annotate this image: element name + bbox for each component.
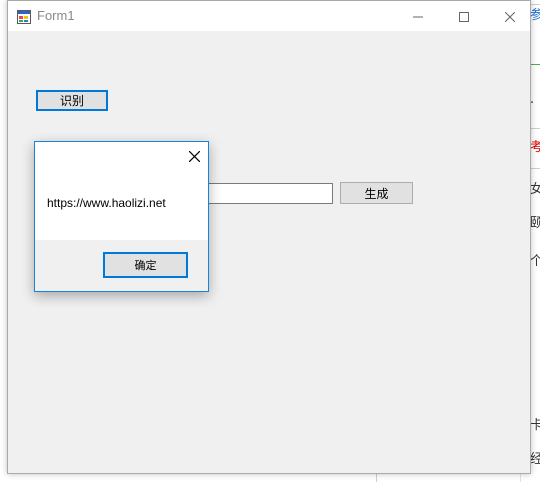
window-title: Form1 (37, 8, 75, 23)
generate-button[interactable]: 生成 (340, 182, 413, 204)
minimize-button[interactable] (395, 1, 441, 31)
desktop: 参 · 考 女 颐 个 卡 经 Form1 识别 生成 https://www.… (0, 0, 540, 482)
background-text: 女 (530, 182, 540, 197)
background-text: 卡 (530, 418, 540, 433)
recognize-button[interactable]: 识别 (36, 90, 108, 111)
message-box-close-button[interactable] (184, 146, 204, 166)
close-button[interactable] (487, 1, 533, 31)
close-icon (188, 147, 200, 166)
background-text: 颐 (530, 216, 540, 231)
title-bar[interactable]: Form1 (8, 1, 530, 31)
background-text: · (530, 96, 535, 111)
close-icon (504, 7, 516, 26)
background-text: 经 (530, 452, 540, 467)
maximize-icon (459, 7, 469, 26)
message-box-footer: 确定 (35, 240, 208, 291)
ok-button[interactable]: 确定 (103, 252, 188, 278)
winforms-app-icon (17, 9, 31, 24)
url-input[interactable] (188, 183, 333, 204)
background-text: 考 (530, 140, 540, 155)
background-text: 个 (530, 254, 540, 269)
message-box: https://www.haolizi.net 确定 (34, 141, 209, 292)
message-text: https://www.haolizi.net (47, 196, 166, 210)
minimize-icon (413, 7, 423, 26)
maximize-button[interactable] (441, 1, 487, 31)
